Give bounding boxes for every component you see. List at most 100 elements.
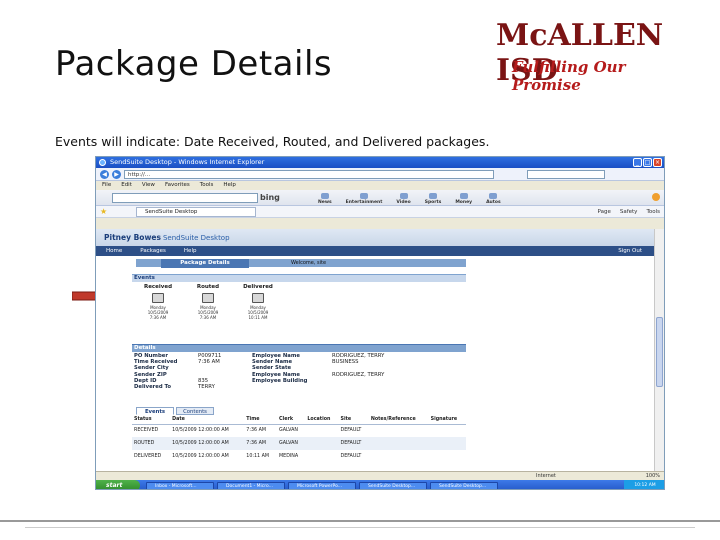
forward-icon[interactable]: ▶ (112, 169, 121, 179)
system-tray-clock: 10:12 AM (624, 480, 664, 489)
menu-view[interactable]: View (142, 181, 155, 190)
detail-value: RODRIGUEZ, TERRY (332, 371, 385, 378)
nav-help[interactable]: Help (184, 246, 197, 256)
video-icon (399, 193, 408, 199)
events-heading: Events (132, 274, 466, 282)
tools-menu[interactable]: Tools (646, 206, 660, 218)
cell-site: DEFAULT (338, 437, 369, 450)
col-signature: Signature (428, 416, 466, 425)
page-menu[interactable]: Page (598, 206, 611, 218)
sun-icon (652, 193, 660, 201)
task-button[interactable]: SendSuite Desktop... (430, 481, 498, 489)
cell-status: DELIVERED (134, 454, 162, 459)
sign-out-link[interactable]: Sign Out (618, 246, 642, 256)
vertical-scrollbar[interactable] (654, 229, 664, 471)
address-bar[interactable]: http://... (124, 169, 494, 179)
minimize-button[interactable]: _ (633, 158, 642, 167)
sports-icon (429, 193, 437, 199)
menu-help[interactable]: Help (223, 181, 236, 190)
menu-file[interactable]: File (102, 181, 111, 190)
task-button[interactable]: Document1 - Micro... (217, 481, 285, 489)
event-label: Received (143, 284, 173, 290)
pitney-bowes-logo: Pitney Bowes SendSuite Desktop (104, 233, 230, 242)
app-header: Pitney Bowes SendSuite Desktop (96, 229, 656, 246)
cell-notes (368, 437, 429, 450)
task-button[interactable]: SendSuite Desktop... (359, 481, 427, 489)
safety-menu[interactable]: Safety (620, 206, 638, 218)
task-button[interactable]: Inbox - Microsoft... (146, 481, 214, 489)
maximize-button[interactable]: □ (643, 158, 652, 167)
close-button[interactable]: × (653, 158, 662, 167)
detail-tabs: Events Contents (136, 407, 214, 415)
event-label: Delivered (243, 284, 273, 290)
start-button[interactable]: start (96, 480, 140, 489)
cell-notes (369, 450, 429, 463)
menu-favorites[interactable]: Favorites (165, 181, 190, 190)
bing-sports[interactable]: Sports (425, 193, 441, 205)
cell-time: 7:36 AM (246, 428, 266, 434)
bing-video[interactable]: Video (396, 193, 411, 205)
col-status: Status (132, 416, 171, 425)
status-bar: Internet 100% (96, 471, 664, 480)
brand-name: Pitney Bowes (104, 233, 161, 242)
app-nav: Home Packages Help Sign Out (96, 246, 656, 256)
col-date: Date (170, 416, 245, 425)
browser-search-input[interactable] (527, 169, 605, 179)
nav-home[interactable]: Home (106, 246, 122, 256)
col-clerk: Clerk (277, 416, 306, 425)
bing-autos[interactable]: Autos (486, 193, 501, 205)
nav-packages[interactable]: Packages (140, 246, 166, 256)
windows-taskbar: start Inbox - Microsoft... Document1 - M… (96, 480, 664, 489)
slide-bottom-rule (0, 520, 720, 522)
entertainment-icon (360, 193, 369, 199)
cell-date: 10/5/2009 12:00:00 AM (172, 454, 229, 459)
sendsuite-app: Pitney Bowes SendSuite Desktop Home Packa… (96, 229, 656, 471)
bing-search-input[interactable] (112, 193, 258, 203)
cell-clerk: GALVAN (277, 437, 306, 450)
cell-time: 7:36 AM (244, 437, 278, 450)
cell-signature (429, 424, 466, 437)
bing-user-area[interactable] (652, 193, 660, 201)
cell-status: RECEIVED (134, 428, 159, 434)
tab-contents[interactable]: Contents (176, 407, 214, 415)
details-panel: PO Number Time Received Sender City Send… (132, 353, 466, 403)
money-icon (459, 193, 468, 199)
col-location: Location (305, 416, 339, 425)
cell-location (305, 437, 339, 450)
event-delivered: Delivered Monday 10/5/2009 10:11 AM (238, 284, 278, 320)
menu-tools[interactable]: Tools (200, 181, 214, 190)
bing-news[interactable]: News (318, 193, 332, 205)
cell-signature (429, 450, 466, 463)
tab-events[interactable]: Events (136, 407, 174, 415)
event-routed: Routed Monday 10/5/2009 7:36 AM (188, 284, 228, 320)
bing-autos-label: Autos (486, 200, 501, 205)
bing-toolbar: bing News Entertainment Video Sports Mon… (96, 190, 664, 206)
table-row[interactable]: ROUTED 10/5/2009 12:00:00 AM 7:36 AM GAL… (132, 437, 466, 450)
task-button[interactable]: Microsoft PowerPo... (288, 481, 356, 489)
events-table: Status Date Time Clerk Location Site Not… (132, 416, 466, 463)
favorites-star-icon[interactable]: ★ (100, 206, 107, 218)
slide-subtitle: Events will indicate: Date Received, Rou… (55, 134, 490, 149)
scrollbar-thumb[interactable] (656, 317, 663, 387)
bing-money[interactable]: Money (455, 193, 472, 205)
detail-label: Employee Name (252, 371, 300, 378)
menu-edit[interactable]: Edit (121, 181, 132, 190)
detail-value: TERRY (198, 384, 215, 391)
window-title: SendSuite Desktop - Windows Internet Exp… (110, 158, 265, 166)
cell-time: 10:11 AM (246, 454, 270, 459)
cell-date: 10/5/2009 12:00:00 AM (172, 428, 229, 434)
cell-notes (369, 424, 429, 437)
table-row[interactable]: DELIVERED 10/5/2009 12:00:00 AM 10:11 AM… (132, 450, 466, 463)
table-row[interactable]: RECEIVED 10/5/2009 12:00:00 AM 7:36 AM G… (132, 424, 466, 437)
col-site: Site (338, 416, 369, 425)
cell-date: 10/5/2009 12:00:00 AM (170, 437, 245, 450)
details-heading: Details (132, 344, 466, 352)
col-time: Time (244, 416, 278, 425)
col-notes: Notes/Reference (368, 416, 429, 425)
back-icon[interactable]: ◀ (100, 169, 109, 179)
mcallen-isd-logo: McALLEN ISD Fulfilling Our Promise (492, 10, 697, 94)
cell-clerk: MEDINA (279, 454, 299, 459)
bing-entertainment[interactable]: Entertainment (346, 193, 382, 205)
browser-tab[interactable]: SendSuite Desktop (136, 207, 256, 217)
package-delivered-icon (252, 293, 264, 303)
